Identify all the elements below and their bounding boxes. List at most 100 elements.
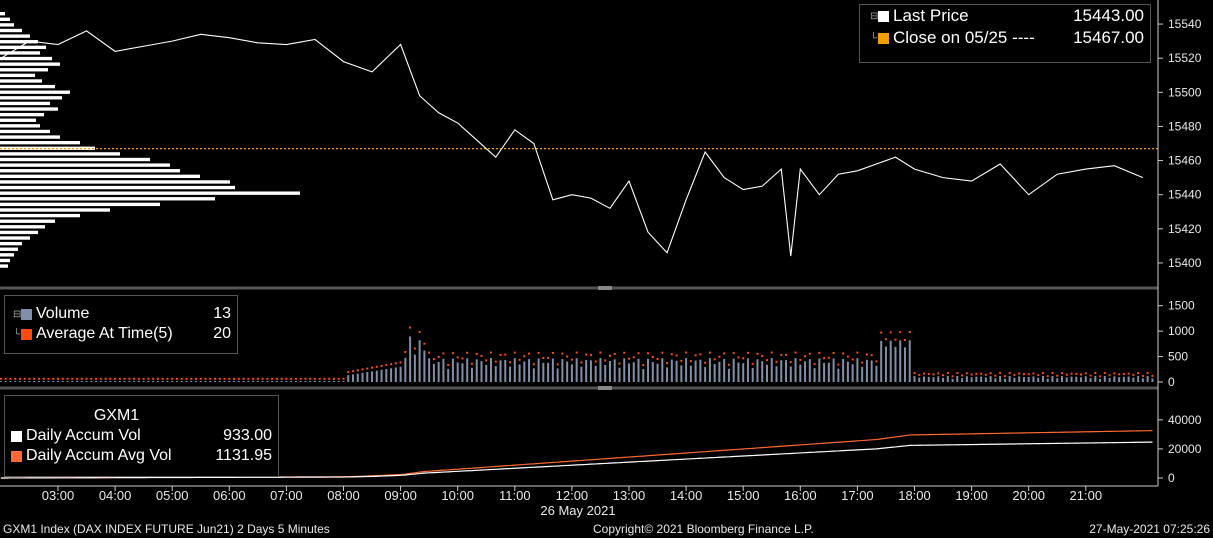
volume-bar — [485, 364, 488, 382]
average-dot — [851, 358, 854, 361]
volume-legend[interactable]: ⊟ Volume 13 └ Average At Time(5) 20 — [4, 295, 238, 354]
volume-bar — [323, 380, 326, 382]
profile-bar — [0, 112, 44, 117]
average-dot — [85, 377, 88, 380]
average-dot — [1103, 372, 1106, 375]
average-dot — [447, 363, 450, 366]
average-dot — [247, 377, 250, 380]
average-dot — [137, 377, 140, 380]
volume-bar — [827, 362, 830, 382]
x-tick-label: 07:00 — [270, 488, 303, 503]
average-dot — [1013, 374, 1016, 377]
average-dot — [294, 377, 297, 380]
average-dot — [166, 377, 169, 380]
average-dot — [361, 368, 364, 371]
accum-legend[interactable]: GXM1 Daily Accum Vol 933.00 Daily Accum A… — [4, 395, 279, 477]
profile-bar — [0, 129, 50, 134]
average-dot — [575, 351, 578, 354]
average-dot — [33, 377, 36, 380]
last-price-label: Last Price — [893, 6, 969, 25]
average-dot — [604, 359, 607, 362]
average-dot — [999, 371, 1002, 374]
average-label: Average At Time(5) — [36, 325, 173, 342]
volume-bar — [185, 380, 188, 382]
accum-value: 933.00 — [223, 427, 272, 444]
volume-bar — [666, 367, 669, 382]
average-dot — [185, 377, 188, 380]
average-dot — [337, 377, 340, 380]
volume-bar — [1037, 377, 1040, 382]
volume-bar — [366, 372, 369, 382]
accum-title: GXM1 — [93, 407, 140, 424]
x-date-label: 26 May 2021 — [540, 503, 615, 518]
volume-bar — [104, 380, 107, 382]
volume-bar — [861, 366, 864, 382]
volume-bar — [90, 380, 93, 382]
volume-bar — [580, 366, 583, 382]
average-dot — [104, 377, 107, 380]
average-dot — [285, 377, 288, 380]
average-dot — [1065, 373, 1068, 376]
volume-bar — [628, 363, 630, 382]
divider-grip[interactable] — [598, 286, 612, 290]
average-dot — [580, 361, 583, 364]
profile-bar — [0, 213, 80, 218]
average-dot — [594, 360, 597, 363]
collapse-icon[interactable]: ⊟ — [870, 11, 878, 22]
average-dot — [532, 363, 535, 366]
volume-bar — [409, 336, 412, 382]
volume-bar — [961, 378, 964, 382]
volume-bar — [542, 362, 545, 382]
volume-bar — [1056, 378, 1059, 382]
volume-label: Volume — [36, 305, 90, 322]
average-dot — [1051, 371, 1054, 374]
average-dot — [437, 355, 440, 358]
price-legend[interactable]: ⊟ Last Price 15443.00 └ Close on 05/25 ----… — [859, 4, 1151, 63]
average-dot — [1132, 373, 1135, 376]
volume-bar — [623, 358, 626, 382]
x-tick-label: 19:00 — [955, 488, 988, 503]
average-dot — [57, 377, 59, 380]
volume-bar — [309, 380, 312, 382]
average-dot — [528, 352, 531, 355]
volume-bar — [1061, 376, 1064, 382]
average-dot — [670, 353, 673, 356]
divider-grip[interactable] — [598, 386, 612, 390]
volume-bar — [951, 378, 954, 382]
average-dot — [632, 356, 635, 359]
average-dot — [961, 374, 964, 377]
average-dot — [542, 357, 545, 360]
x-tick-label: 11:00 — [499, 488, 531, 503]
volume-bar — [280, 380, 283, 382]
volume-bar — [680, 365, 683, 382]
volume-bar — [451, 358, 454, 382]
volume-bar — [99, 380, 102, 382]
average-dot — [499, 353, 502, 356]
volume-bar — [123, 380, 126, 382]
average-dot — [313, 377, 316, 380]
average-dot — [9, 377, 12, 380]
average-dot — [785, 353, 788, 356]
average-dot — [742, 357, 745, 360]
average-dot — [390, 363, 393, 366]
volume-bar — [147, 380, 150, 382]
average-dot — [109, 377, 112, 380]
average-dot — [180, 377, 183, 380]
profile-bar — [0, 241, 22, 246]
profile-bar — [0, 45, 46, 50]
volume-bar — [509, 366, 512, 382]
volume-bar — [252, 380, 255, 382]
average-dot — [371, 366, 374, 369]
collapse-icon[interactable]: ⊟ — [13, 309, 21, 320]
average-dot — [356, 369, 359, 372]
volume-bar — [432, 363, 435, 382]
volume-bar — [618, 367, 621, 382]
volume-bar — [513, 358, 516, 382]
x-tick-label: 13:00 — [613, 488, 646, 503]
volume-bar — [670, 359, 673, 382]
volume-bar — [342, 380, 345, 382]
volume-bar — [594, 365, 597, 382]
average-dot — [80, 377, 83, 380]
average-dot — [1041, 372, 1044, 375]
average-dot — [694, 354, 697, 357]
